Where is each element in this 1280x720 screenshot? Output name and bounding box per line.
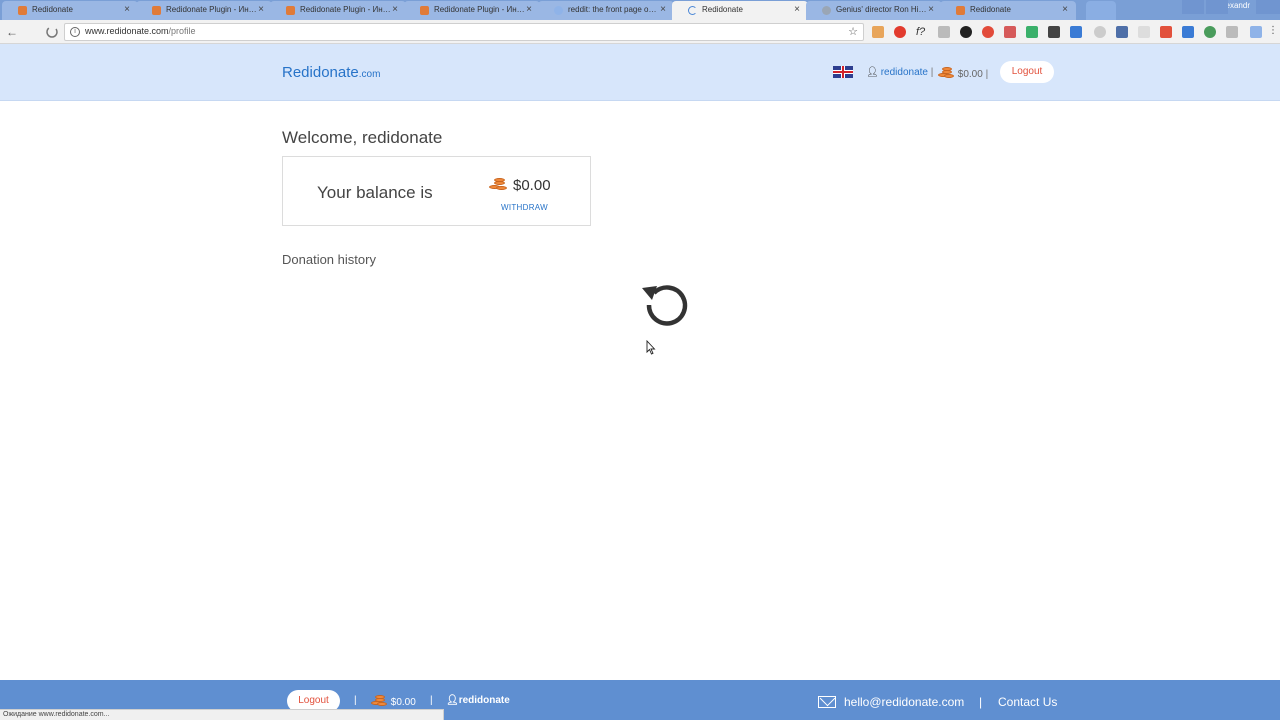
tab-close-icon[interactable]: × (660, 1, 666, 19)
tab-title: Redidonate Plugin - Ин… (300, 5, 391, 14)
extension-icon[interactable] (1004, 26, 1016, 38)
extension-icon[interactable] (982, 26, 994, 38)
footer-email-link[interactable]: hello@redidonate.com (818, 695, 964, 709)
tab-close-icon[interactable]: × (258, 1, 264, 19)
page-title: Welcome, redidonate (282, 128, 443, 147)
tab-close-icon[interactable]: × (392, 1, 398, 19)
tab-title: Redidonate (970, 5, 1011, 14)
tab-close-icon[interactable]: × (526, 1, 532, 19)
tab-loading-icon (688, 6, 697, 15)
tab-close-icon[interactable]: × (124, 1, 130, 19)
extension-icon[interactable] (1182, 26, 1194, 38)
browser-status-bar: Ожидание www.redidonate.com... (0, 709, 444, 720)
footer-user-link[interactable]: 👤︎redidonate (446, 695, 510, 706)
envelope-icon (818, 696, 836, 708)
extension-icon[interactable] (1226, 26, 1238, 38)
footer-separator: | (354, 695, 357, 706)
withdraw-link[interactable]: WITHDRAW (501, 203, 548, 212)
user-icon: 👤︎ (446, 695, 459, 706)
browser-tab-active[interactable]: Redidonate × (672, 1, 808, 20)
browser-toolbar: ← i www.redidonate.com/profile ☆ f? ⋮ (0, 20, 1280, 44)
browser-tab[interactable]: Genius' director Ron Hi… × (806, 1, 942, 20)
tab-favicon-icon (956, 6, 965, 15)
tab-favicon-icon (18, 6, 27, 15)
logout-button[interactable]: Logout (1000, 61, 1054, 83)
balance-label: Your balance is (317, 183, 433, 202)
browser-tab[interactable]: Redidonate × (940, 1, 1076, 20)
tab-close-icon[interactable]: × (794, 1, 800, 19)
browser-tab[interactable]: Redidonate × (2, 1, 138, 20)
tab-favicon-icon (152, 6, 161, 15)
back-arrow-icon[interactable]: ← (4, 24, 20, 40)
site-header: Redidonate.com 👤︎ redidonate | $0.00 | Lo… (0, 44, 1280, 101)
extension-icon[interactable] (1026, 26, 1038, 38)
tab-title: Redidonate Plugin - Ин… (166, 5, 257, 14)
extension-icon[interactable] (1070, 26, 1082, 38)
extension-icon[interactable] (894, 26, 906, 38)
tab-favicon-icon (420, 6, 429, 15)
browser-tab[interactable]: Redidonate Plugin - Ин… × (270, 1, 406, 20)
coins-icon (489, 178, 509, 192)
balance-amount: $0.00 (489, 177, 551, 194)
browser-menu-icon[interactable]: ⋮ (1268, 26, 1278, 38)
coins-icon (938, 67, 955, 79)
extension-icon[interactable] (960, 26, 972, 38)
minimize-button[interactable] (1182, 0, 1204, 14)
window-close-button[interactable] (1256, 0, 1280, 14)
footer-balance: $0.00 (371, 695, 416, 708)
balance-card: Your balance is $0.00 WITHDRAW (282, 156, 591, 226)
site-info-icon[interactable]: i (70, 27, 80, 37)
mouse-cursor-icon (646, 339, 656, 355)
tab-title: Redidonate (32, 5, 73, 14)
extension-icon[interactable] (1094, 26, 1106, 38)
bookmark-star-icon[interactable]: ☆ (848, 25, 858, 38)
contact-us-link[interactable]: Contact Us (998, 695, 1057, 709)
new-tab-button[interactable] (1086, 1, 1116, 20)
donation-history-heading: Donation history (282, 252, 376, 267)
extension-icon[interactable] (1048, 26, 1060, 38)
tab-title: reddit: the front page o… (568, 5, 657, 14)
tab-favicon-icon (822, 6, 831, 15)
uk-flag-icon[interactable] (833, 66, 853, 78)
extension-icon[interactable] (1116, 26, 1128, 38)
coins-icon (371, 695, 388, 707)
tab-close-icon[interactable]: × (1062, 1, 1068, 19)
browser-tab[interactable]: Redidonate Plugin - Ин… × (404, 1, 540, 20)
extension-icon[interactable]: f? (916, 26, 928, 38)
extension-icon[interactable] (872, 26, 884, 38)
header-separator: | (930, 67, 934, 78)
footer-separator: | (979, 695, 983, 709)
extension-icon[interactable] (938, 26, 950, 38)
tab-close-icon[interactable]: × (928, 1, 934, 19)
browser-tab[interactable]: reddit: the front page o… × (538, 1, 674, 20)
browser-tab[interactable]: Redidonate Plugin - Ин… × (136, 1, 272, 20)
extension-icon[interactable] (1250, 26, 1262, 38)
stop-loading-icon[interactable] (44, 24, 60, 40)
tab-title: Redidonate Plugin - Ин… (434, 5, 525, 14)
extension-icon[interactable] (1160, 26, 1172, 38)
extension-icon[interactable] (1138, 26, 1150, 38)
extension-icon[interactable] (1204, 26, 1216, 38)
tab-title: Redidonate (702, 5, 743, 14)
address-url: www.redidonate.com/profile (85, 26, 196, 36)
footer-separator: | (430, 695, 433, 706)
header-balance: $0.00 | (938, 67, 988, 80)
site-logo[interactable]: Redidonate.com (282, 64, 380, 81)
maximize-button[interactable] (1206, 0, 1228, 14)
address-bar[interactable]: i www.redidonate.com/profile ☆ (64, 23, 864, 41)
loading-spinner-icon (640, 280, 690, 328)
tab-title: Genius' director Ron Hi… (836, 5, 927, 14)
user-icon: 👤︎ (866, 67, 879, 78)
header-user-link[interactable]: 👤︎ redidonate | (866, 67, 933, 78)
tab-favicon-icon (554, 6, 563, 15)
browser-tab-strip: Redidonate × Redidonate Plugin - Ин… × R… (0, 0, 1280, 20)
tab-favicon-icon (286, 6, 295, 15)
